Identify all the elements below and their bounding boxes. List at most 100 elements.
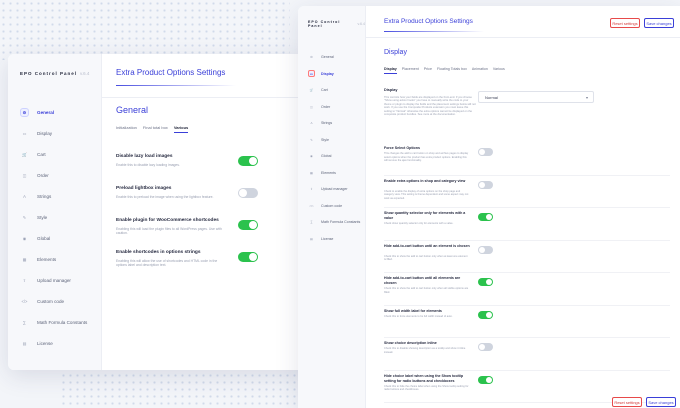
upload-icon: ⇪ <box>310 187 313 192</box>
row-divider <box>384 304 670 306</box>
sidebar-item-elements[interactable]: ▦ Elements <box>308 165 364 182</box>
setting-label: Disable lazy load images <box>116 154 173 159</box>
setting-toggle[interactable] <box>478 148 493 156</box>
sidebar-item-strings[interactable]: A Strings <box>20 186 100 207</box>
sidebar-item-license[interactable]: ▤ License <box>20 333 100 354</box>
toggle-knob <box>486 376 492 383</box>
tab-placement[interactable]: Placement <box>402 67 419 74</box>
brush-icon: ✎ <box>22 215 27 220</box>
sidebar-item-custom-code[interactable]: </> Custom code <box>308 198 364 215</box>
tab-final-total-box[interactable]: Final total box <box>143 125 168 133</box>
setting-row: Show full width label for elements Check … <box>366 309 680 342</box>
back-sidebar-nav: ⚙ General ▭ Display 🛒 Cart ◫ Order A Strings ✎ Styl… <box>20 102 100 354</box>
display-setting-label: Display <box>384 88 398 92</box>
toggle-knob <box>239 189 247 197</box>
sidebar-item-global[interactable]: ◉ Global <box>20 228 100 249</box>
front-title-underline <box>384 31 484 32</box>
tab-price[interactable]: Price <box>424 67 432 74</box>
tab-animation[interactable]: Animation <box>472 67 488 74</box>
sidebar-item-order[interactable]: ◫ Order <box>308 99 364 116</box>
sidebar-item-label: Style <box>37 214 48 220</box>
setting-toggle[interactable] <box>238 188 258 198</box>
sidebar-item-strings[interactable]: A Strings <box>308 115 364 132</box>
setting-row: Hide add-to-cart button until an element… <box>366 244 680 277</box>
sidebar-item-label: Strings <box>321 121 333 126</box>
sidebar-item-elements[interactable]: ▦ Elements <box>20 249 100 270</box>
back-main: Extra Product Options Settings General I… <box>102 54 308 370</box>
setting-label: Preload lightbox images <box>116 186 172 191</box>
front-section-title: Display <box>384 49 407 56</box>
setting-toggle[interactable] <box>478 180 493 189</box>
background-dots-bottom <box>60 372 300 408</box>
setting-toggle[interactable] <box>478 375 493 384</box>
elements-icon: ▦ <box>310 170 313 175</box>
reset-settings-button-bottom[interactable]: Reset settings <box>612 397 642 407</box>
toggle-knob <box>486 214 492 220</box>
reset-settings-button[interactable]: Reset settings <box>610 18 640 28</box>
setting-label: Show full width label for elements <box>384 308 442 313</box>
back-page-title: Extra Product Options Settings <box>116 68 226 77</box>
sidebar-item-display[interactable]: ▭ Display <box>20 123 100 144</box>
setting-label: Enable shortcodes in options strings <box>116 250 201 255</box>
back-brand: EPO Control Panel v.6.4 <box>20 71 89 76</box>
sidebar-item-upload-manager[interactable]: ⇪ Upload manager <box>20 270 100 291</box>
setting-toggle[interactable] <box>238 220 258 230</box>
sidebar-item-style[interactable]: ✎ Style <box>20 207 100 228</box>
setting-toggle[interactable] <box>478 343 493 351</box>
sidebar-item-upload-manager[interactable]: ⇪ Upload manager <box>308 181 364 198</box>
setting-toggle[interactable] <box>478 245 493 254</box>
sidebar-item-display[interactable]: ▭ Display <box>308 66 364 83</box>
tab-various[interactable]: Various <box>173 125 189 133</box>
math-icon: ∑ <box>23 320 26 325</box>
front-header: Extra Product Options Settings Reset set… <box>366 6 680 38</box>
setting-row: Show choice description inline Check this… <box>366 341 680 374</box>
display-setting-desc: This controls how your fields are displa… <box>384 96 476 117</box>
sidebar-item-cart[interactable]: 🛒 Cart <box>308 82 364 99</box>
setting-description: Check this to hide the choice label when… <box>384 384 469 392</box>
tab-display[interactable]: Display <box>384 67 397 74</box>
display-mode-select[interactable]: Normal ▾ <box>478 91 594 103</box>
setting-description: This changes the add to cart button on s… <box>384 152 469 162</box>
sidebar-item-custom-code[interactable]: </> Custom code <box>20 291 100 312</box>
sidebar-item-label: License <box>37 340 53 346</box>
save-changes-button[interactable]: Save changes <box>644 18 674 28</box>
setting-toggle[interactable] <box>238 252 258 262</box>
front-brand: EPO Control Panel v.6.4 <box>308 20 365 28</box>
front-main: Extra Product Options Settings Reset set… <box>366 6 680 408</box>
sidebar-item-style[interactable]: ✎ Style <box>308 132 364 149</box>
sidebar-item-label: Upload manager <box>321 187 348 192</box>
sidebar-item-general[interactable]: ⚙ General <box>308 49 364 66</box>
front-settings-window: EPO Control Panel v.6.4 ⚙ General ▭ Display… <box>298 6 680 408</box>
sidebar-item-order[interactable]: ◫ Order <box>20 165 100 186</box>
setting-toggle[interactable] <box>238 156 258 166</box>
sidebar-item-global[interactable]: ◉ Global <box>308 148 364 165</box>
sidebar-item-general[interactable]: ⚙ General <box>20 102 100 123</box>
save-changes-button-bottom[interactable]: Save changes <box>646 397 676 407</box>
tab-floating-totals-box[interactable]: Floating Totals box <box>437 67 467 74</box>
setting-description: Check show quantity selector only for el… <box>384 222 454 225</box>
setting-description: Check this to force elements to be full … <box>384 314 453 318</box>
front-tabs: Display Placement Price Floating Totals box… <box>384 67 505 74</box>
sidebar-item-math-formula-constants[interactable]: ∑ Math Formula Constants <box>20 312 100 333</box>
setting-toggle[interactable] <box>478 278 493 286</box>
brand-version: v.6.4 <box>357 22 365 26</box>
tab-initialization[interactable]: Initialization <box>116 125 137 133</box>
tab-various[interactable]: Various <box>493 67 505 74</box>
sidebar-item-cart[interactable]: 🛒 Cart <box>20 144 100 165</box>
setting-toggle[interactable] <box>478 310 493 319</box>
chevron-down-icon: ▾ <box>585 95 588 100</box>
back-title-underline <box>116 85 236 86</box>
sidebar-item-label: Cart <box>321 88 328 93</box>
row-divider <box>384 174 670 176</box>
sidebar-item-license[interactable]: ▤ License <box>308 231 364 248</box>
setting-description: Enable this to preload the image when us… <box>116 195 214 199</box>
brand-name: EPO Control Panel <box>308 20 341 28</box>
sidebar-item-label: Custom code <box>321 203 343 208</box>
text-icon: A <box>23 194 26 199</box>
setting-toggle[interactable] <box>478 213 493 221</box>
back-settings-window: EPO Control Panel v.6.4 ⚙ General ▭ Display… <box>8 54 308 370</box>
back-sidebar: EPO Control Panel v.6.4 ⚙ General ▭ Display… <box>8 54 102 370</box>
sidebar-item-math-formula-constants[interactable]: ∑ Math Formula Constants <box>308 214 364 231</box>
toggle-knob <box>479 181 485 188</box>
setting-label: Enable plugin for WooCommerce shortcodes <box>116 218 219 223</box>
